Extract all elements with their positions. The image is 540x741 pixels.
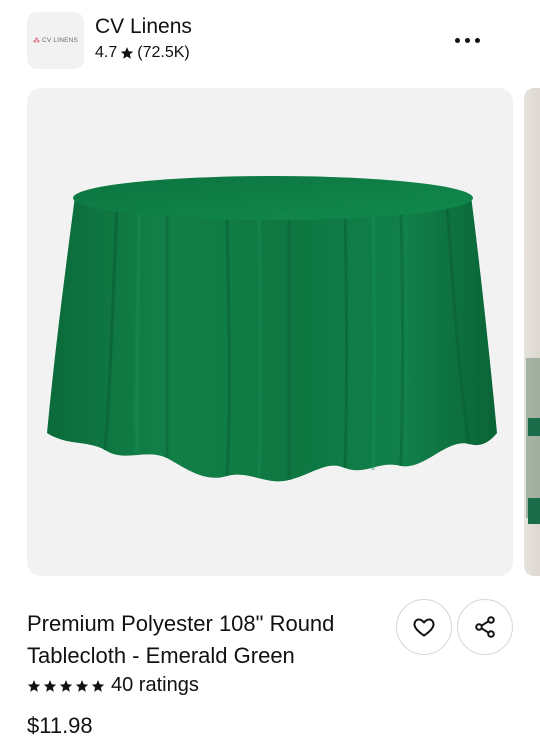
store-rating: 4.7 (72.5K)	[95, 44, 190, 62]
store-rating-value: 4.7	[95, 44, 118, 61]
more-dot	[464, 37, 470, 43]
more-horizontal-icon	[454, 37, 460, 43]
star-icon	[121, 47, 134, 59]
product-ratings[interactable]: 40 ratings	[27, 674, 199, 697]
next-image-detail	[528, 418, 540, 436]
next-product-image[interactable]	[524, 88, 540, 576]
product-image[interactable]	[27, 88, 513, 576]
star-icon	[43, 679, 57, 692]
heart-icon	[413, 618, 435, 637]
more-options-button[interactable]	[448, 28, 486, 52]
share-button[interactable]	[457, 599, 513, 655]
star-icon	[27, 679, 41, 692]
product-title-line2: Tablecloth - Emerald Green	[27, 643, 295, 668]
flower-icon	[33, 37, 40, 43]
product-page: CV LINENS CV Linens 4.7 (72.5K) Premium …	[0, 0, 540, 741]
next-image-detail	[528, 498, 540, 524]
logo-mark: CV LINENS	[33, 37, 78, 44]
product-title-line1: Premium Polyester 108" Round	[27, 611, 335, 636]
store-header: CV LINENS CV Linens 4.7 (72.5K)	[0, 0, 540, 86]
share-icon	[475, 616, 495, 638]
next-image-detail	[526, 358, 540, 518]
store-name[interactable]: CV Linens	[95, 15, 192, 39]
image-carousel[interactable]	[0, 88, 540, 576]
store-logo[interactable]: CV LINENS	[27, 12, 84, 69]
product-title: Premium Polyester 108" Round Tablecloth …	[27, 608, 387, 672]
product-price: $11.98	[27, 713, 93, 738]
logo-text: CV LINENS	[41, 37, 79, 44]
ratings-count: 40 ratings	[111, 674, 199, 696]
star-icon	[91, 679, 105, 692]
favorite-button[interactable]	[396, 599, 452, 655]
tablecloth-illustration	[47, 176, 497, 482]
star-rating	[27, 679, 105, 693]
star-icon	[59, 679, 73, 692]
more-dot	[474, 37, 480, 43]
store-rating-count: (72.5K)	[137, 44, 190, 61]
star-icon	[75, 679, 89, 692]
